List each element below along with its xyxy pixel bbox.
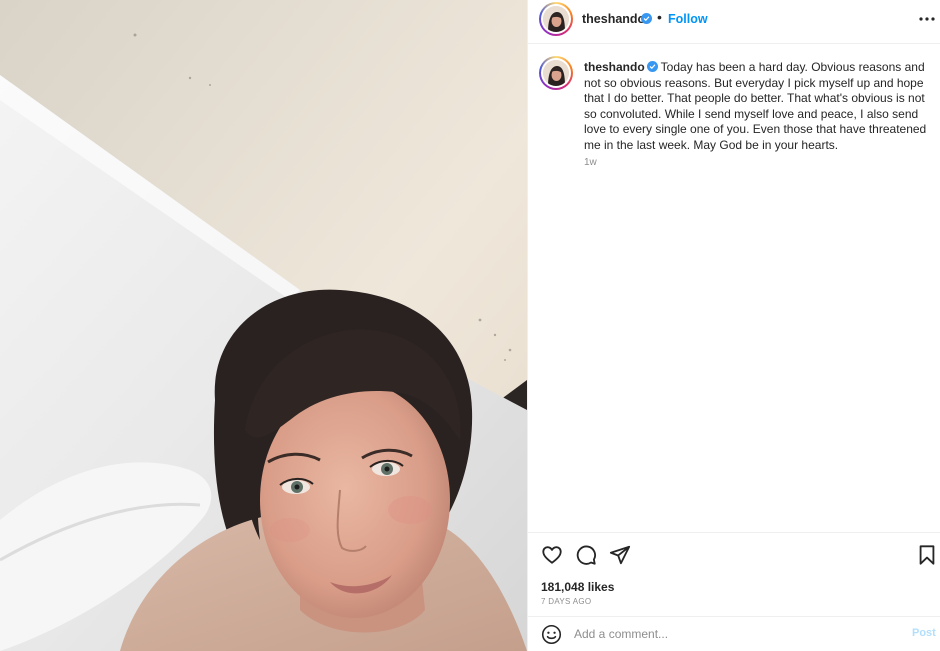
- selfie-image: [0, 0, 527, 651]
- separator-dot: •: [657, 9, 662, 25]
- caption-avatar[interactable]: [539, 56, 573, 90]
- caption-timestamp[interactable]: 1w: [584, 157, 597, 168]
- comment-bar: Post: [528, 616, 940, 651]
- more-horizontal-icon[interactable]: [917, 10, 937, 28]
- avatar-image: [543, 60, 569, 86]
- smiley-face-icon[interactable]: [541, 624, 562, 645]
- post-photo[interactable]: [0, 0, 527, 651]
- avatar[interactable]: [539, 2, 573, 36]
- post-details-panel: theshando • Follow theshando Today has b…: [527, 0, 940, 651]
- paper-plane-icon[interactable]: [609, 544, 631, 566]
- post-actions: 181,048 likes 7 DAYS AGO: [528, 532, 940, 616]
- post-header: theshando • Follow: [528, 0, 940, 44]
- likes-count[interactable]: 181,048 likes: [541, 580, 614, 594]
- caption-username-link[interactable]: theshando: [584, 60, 645, 74]
- post-caption: theshando Today has been a hard day. Obvi…: [584, 60, 930, 153]
- post-date: 7 DAYS AGO: [541, 597, 592, 606]
- follow-button[interactable]: Follow: [668, 12, 708, 26]
- post-comment-button[interactable]: Post: [912, 627, 936, 639]
- bookmark-icon[interactable]: [916, 544, 938, 566]
- comment-bubble-icon[interactable]: [575, 544, 597, 566]
- avatar-image: [543, 6, 569, 32]
- comment-input[interactable]: [574, 624, 894, 644]
- verified-badge-icon: [641, 13, 652, 24]
- username-link[interactable]: theshando: [582, 12, 645, 26]
- heart-icon[interactable]: [541, 544, 563, 566]
- verified-badge-icon: [646, 61, 658, 72]
